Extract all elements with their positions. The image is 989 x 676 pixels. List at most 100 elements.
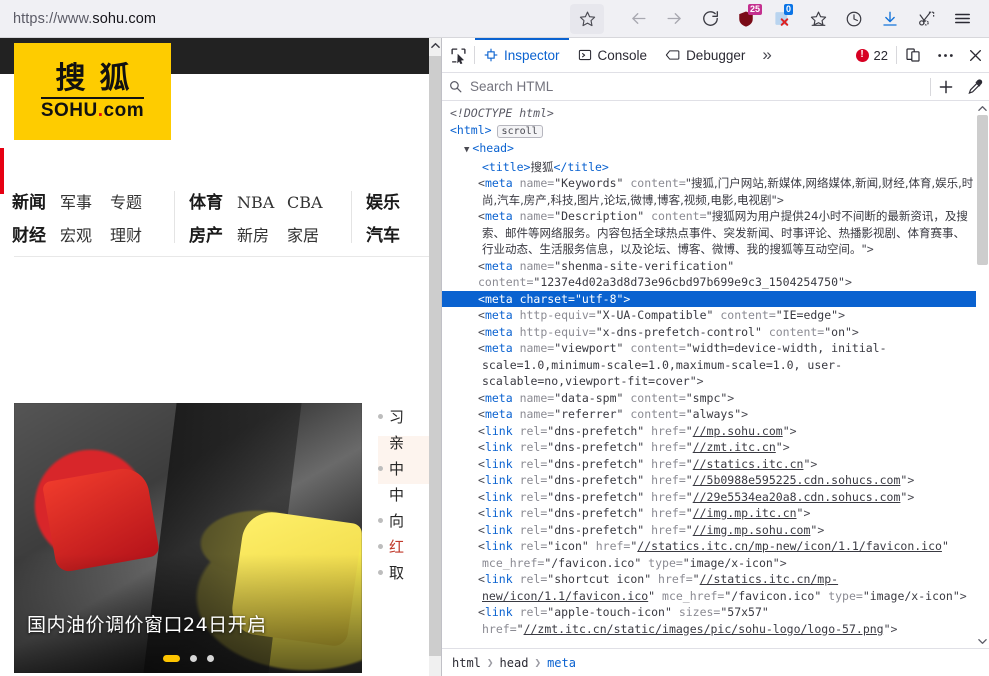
tab-inspector[interactable]: Inspector <box>475 38 569 72</box>
tabs-overflow-button[interactable]: » <box>754 45 779 65</box>
sohu-logo-en: SOHU.com <box>40 96 145 122</box>
markup-view[interactable]: <!DOCTYPE html> <html> scroll ▼ <head> <ti… <box>442 101 989 648</box>
responsive-design-mode-icon[interactable] <box>897 39 929 72</box>
scrollbar-up-arrow-icon[interactable] <box>976 101 989 115</box>
carousel-dot[interactable] <box>189 655 197 662</box>
list-item[interactable]: 向 <box>378 507 429 533</box>
list-bullet <box>378 543 383 549</box>
carousel-dot[interactable] <box>206 655 214 662</box>
tab-console[interactable]: Console <box>569 38 657 72</box>
hero-carousel[interactable]: 国内油价调价窗口24日开启 <box>14 403 362 673</box>
list-item-label: 亲 <box>389 433 405 452</box>
eyedropper-icon[interactable] <box>961 70 989 103</box>
history-clock-icon[interactable] <box>836 3 872 35</box>
markup-line-doctype[interactable]: <!DOCTYPE html> <box>442 105 989 122</box>
shield-icon[interactable]: 25 <box>728 3 764 35</box>
tracker-blocked-icon[interactable]: 0 <box>764 3 800 35</box>
nav-link-military[interactable]: 军事 <box>60 189 110 213</box>
list-item[interactable]: 亲 <box>378 429 429 455</box>
url-domain: sohu.com <box>92 10 157 27</box>
nav-link-wealth[interactable]: 理财 <box>110 222 160 246</box>
list-item[interactable]: 习 <box>378 403 429 429</box>
nav-link-news[interactable]: 新闻 <box>12 188 60 213</box>
forward-arrow-icon[interactable] <box>656 3 692 35</box>
nav-link-finance[interactable]: 财经 <box>12 221 60 246</box>
list-item[interactable]: 取 <box>378 559 429 585</box>
tab-debugger[interactable]: Debugger <box>656 38 754 72</box>
download-icon[interactable] <box>872 3 908 35</box>
screenshot-scissors-icon[interactable] <box>908 3 944 35</box>
scrollbar-up-arrow-icon[interactable] <box>429 38 441 52</box>
list-item-label: 红 <box>389 537 405 556</box>
element-picker-icon[interactable] <box>442 39 474 72</box>
scrollbar-down-arrow-icon[interactable] <box>976 634 989 648</box>
markup-line[interactable]: <link rel="dns-prefetch" href="//img.mp.… <box>442 522 989 539</box>
nav-link-topics[interactable]: 专题 <box>110 189 160 213</box>
tracker-badge-count: 0 <box>784 3 794 15</box>
markup-line[interactable]: <meta name="Description" content="搜狐网为用户… <box>442 208 989 258</box>
markup-line[interactable]: <meta http-equiv="X-UA-Compatible" conte… <box>442 307 989 324</box>
list-item[interactable]: 中 <box>378 455 429 481</box>
devtools-panel: Inspector Console Debugger » ! 22 Search… <box>441 38 989 676</box>
nav-link-entertainment[interactable]: 娱乐 <box>366 188 414 213</box>
breadcrumb: html ❯ head ❯ meta <box>442 648 989 676</box>
expand-twisty-icon[interactable]: ▼ <box>464 145 469 155</box>
carousel-dot-active[interactable] <box>162 655 180 662</box>
add-new-node-icon[interactable] <box>931 70 961 103</box>
nav-link-home[interactable]: 家居 <box>287 222 337 246</box>
markup-line[interactable]: <meta name="Keywords" content="搜狐,门户网站,新… <box>442 175 989 208</box>
markup-line[interactable]: <meta name="data-spm" content="smpc"> <box>442 390 989 407</box>
markup-line[interactable]: <link rel="dns-prefetch" href="//29e5534… <box>442 489 989 506</box>
breadcrumb-item-head[interactable]: head <box>500 656 529 670</box>
bookmark-icon[interactable] <box>800 3 836 35</box>
breadcrumb-separator: ❯ <box>534 656 542 669</box>
back-arrow-icon[interactable] <box>620 3 656 35</box>
nav-link-newhomes[interactable]: 新房 <box>237 222 287 246</box>
url-prefix: https://www. <box>13 10 93 27</box>
markup-line-title[interactable]: <title>搜狐</title> <box>442 159 989 176</box>
breadcrumb-item-html[interactable]: html <box>452 656 481 670</box>
sohu-logo[interactable]: 搜狐 SOHU.com <box>14 43 171 140</box>
nav-link-nba[interactable]: NBA <box>237 193 287 212</box>
markup-line[interactable]: <meta name="referrer" content="always"> <box>442 406 989 423</box>
markup-line[interactable]: <link rel="icon" href="//statics.itc.cn/… <box>442 538 989 571</box>
more-options-icon[interactable] <box>929 39 961 72</box>
markup-line-head[interactable]: ▼ <head> <box>442 140 989 159</box>
search-input[interactable] <box>468 79 930 94</box>
markup-line[interactable]: <link rel="dns-prefetch" href="//mp.sohu… <box>442 423 989 440</box>
hamburger-menu-icon[interactable] <box>944 3 980 35</box>
markup-line[interactable]: content="1237e4d02a3d8d73e96cbd97b699e9c… <box>442 274 989 291</box>
devtools-search-bar[interactable] <box>442 73 989 101</box>
star-icon[interactable] <box>570 3 604 34</box>
markup-line[interactable]: <meta name="shenma-site-verification" <box>442 258 989 275</box>
address-bar[interactable]: https://www.sohu.com <box>0 0 566 38</box>
list-item[interactable]: 中 <box>378 481 429 507</box>
scrollbar-thumb[interactable] <box>977 115 988 265</box>
nav-link-auto[interactable]: 汽车 <box>366 221 414 246</box>
page-vertical-scrollbar[interactable] <box>429 38 441 676</box>
markup-line[interactable]: <link rel="dns-prefetch" href="//img.mp.… <box>442 505 989 522</box>
markup-line[interactable]: <link rel="dns-prefetch" href="//5b0988e… <box>442 472 989 489</box>
error-count-badge[interactable]: ! 22 <box>855 48 896 63</box>
markup-line[interactable]: <link rel="apple-touch-icon" sizes="57x5… <box>442 604 989 637</box>
breadcrumb-item-meta[interactable]: meta <box>547 656 576 670</box>
nav-link-macro[interactable]: 宏观 <box>60 222 110 246</box>
markup-vertical-scrollbar[interactable] <box>976 101 989 648</box>
markup-line-selected[interactable]: <meta charset="utf-8"> <box>442 290 989 307</box>
scrollbar-thumb[interactable] <box>429 56 441 656</box>
list-item[interactable]: 红 <box>378 533 429 559</box>
tab-debugger-label: Debugger <box>686 47 746 63</box>
markup-line[interactable]: <meta http-equiv="x-dns-prefetch-control… <box>442 324 989 341</box>
markup-line-html[interactable]: <html> scroll <box>442 122 989 141</box>
markup-line[interactable]: <link rel="dns-prefetch" href="//zmt.itc… <box>442 439 989 456</box>
nav-link-cba[interactable]: CBA <box>287 193 337 212</box>
markup-line[interactable]: <link rel="dns-prefetch" href="//statics… <box>442 456 989 473</box>
nav-link-realestate[interactable]: 房产 <box>189 221 237 246</box>
hero-caption: 国内油价调价窗口24日开启 <box>27 614 267 636</box>
markup-line[interactable]: <link rel="shortcut icon" href="//static… <box>442 571 989 604</box>
markup-line[interactable]: <meta name="viewport" content="width=dev… <box>442 340 989 390</box>
nav-group-3: 娱乐 汽车 <box>352 188 428 246</box>
nav-link-sports[interactable]: 体育 <box>189 188 237 213</box>
close-devtools-icon[interactable] <box>961 39 989 72</box>
reload-icon[interactable] <box>692 3 728 35</box>
